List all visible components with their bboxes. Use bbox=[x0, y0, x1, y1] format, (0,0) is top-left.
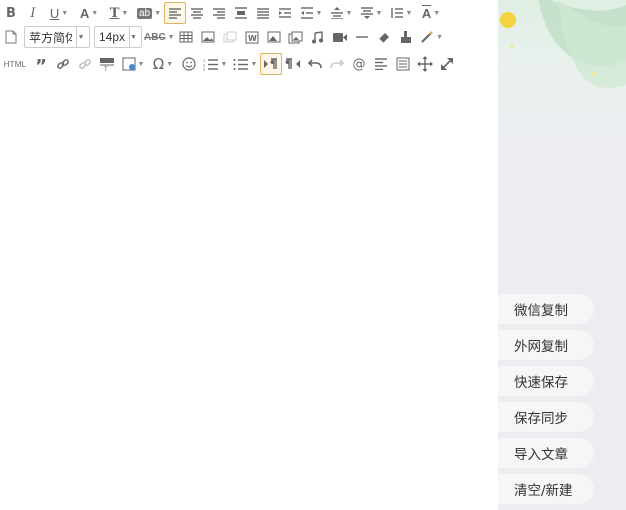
toolbar-row-1: B I U ▼ A ▼ T ▼ ab ▼ ▼ ▼ ▼ ▼ A ▼ bbox=[0, 0, 446, 26]
align-justify-center-icon[interactable] bbox=[230, 2, 252, 24]
import-article-label: 导入文章 bbox=[514, 447, 568, 463]
spellcheck-icon[interactable]: ABC ▼ bbox=[144, 26, 175, 48]
table-icon[interactable] bbox=[175, 26, 197, 48]
preview-icon[interactable] bbox=[392, 53, 414, 75]
rich-text-editor: B I U ▼ A ▼ T ▼ ab ▼ ▼ ▼ ▼ ▼ A ▼ 苹方简体 ▼ … bbox=[0, 0, 498, 510]
fullscreen-icon[interactable] bbox=[436, 53, 458, 75]
toolbar-row-3: HTML ” T ▼ Ω ▼ 1 2 3 ▼ ▼ @ bbox=[0, 51, 458, 77]
wechat-copy-button[interactable]: 微信复制 bbox=[498, 294, 594, 324]
svg-text:T: T bbox=[103, 66, 108, 71]
background-image-icon[interactable]: ▼ bbox=[118, 53, 148, 75]
line-height-icon[interactable]: ▼ bbox=[386, 2, 416, 24]
clear-new-button[interactable]: 清空/新建 bbox=[498, 474, 594, 504]
wechat-copy-label: 微信复制 bbox=[514, 303, 568, 319]
format-brush-icon[interactable] bbox=[395, 26, 417, 48]
unlink-icon bbox=[74, 53, 96, 75]
html-label: HTML bbox=[3, 59, 27, 69]
font-color-icon[interactable]: A ▼ bbox=[74, 2, 104, 24]
ltr-direction-icon[interactable] bbox=[260, 53, 282, 75]
special-chars-icon[interactable]: Ω ▼ bbox=[148, 53, 178, 75]
link-icon[interactable] bbox=[52, 53, 74, 75]
magic-wand-icon[interactable]: ▼ bbox=[417, 26, 447, 48]
save-sync-label: 保存同步 bbox=[514, 411, 568, 427]
underline-icon[interactable]: U ▼ bbox=[44, 2, 74, 24]
align-justify-icon[interactable] bbox=[252, 2, 274, 24]
paragraph-spacing-bottom-icon[interactable]: ▼ bbox=[356, 2, 386, 24]
external-copy-button[interactable]: 外网复制 bbox=[498, 330, 594, 360]
new-document-icon[interactable] bbox=[0, 26, 22, 48]
ordered-list-icon[interactable]: 1 2 3 ▼ bbox=[200, 53, 230, 75]
bold-icon[interactable]: B bbox=[0, 2, 22, 24]
at-mention-icon[interactable]: @ bbox=[348, 53, 370, 75]
background-color-icon[interactable]: ab ▼ bbox=[134, 2, 164, 24]
toolbar-row-2: 苹方简体 ▼ 14px ▼ ABC ▼ W ▼ bbox=[0, 24, 447, 50]
move-icon[interactable] bbox=[414, 53, 436, 75]
blockquote-icon[interactable]: ” bbox=[30, 53, 52, 76]
image-icon[interactable] bbox=[197, 26, 219, 48]
eraser-icon[interactable] bbox=[373, 26, 395, 48]
font-size-value: 14px bbox=[99, 30, 126, 44]
paragraph-format-icon[interactable] bbox=[370, 53, 392, 75]
horizontal-rule-icon[interactable] bbox=[351, 26, 373, 48]
picture-icon[interactable] bbox=[263, 26, 285, 48]
html-source-button[interactable]: HTML bbox=[0, 53, 30, 75]
undo-icon[interactable] bbox=[304, 53, 326, 75]
text-style-icon[interactable]: T ▼ bbox=[104, 2, 134, 24]
editor-content-area[interactable] bbox=[0, 80, 498, 510]
word-import-icon[interactable]: W bbox=[241, 26, 263, 48]
multi-image-icon[interactable] bbox=[285, 26, 307, 48]
svg-text:W: W bbox=[248, 34, 257, 43]
quick-save-button[interactable]: 快速保存 bbox=[498, 366, 594, 396]
import-article-button[interactable]: 导入文章 bbox=[498, 438, 594, 468]
spellcheck-label: ABC bbox=[144, 31, 166, 43]
gallery-icon bbox=[219, 26, 241, 48]
indent-icon[interactable] bbox=[274, 2, 296, 24]
music-icon[interactable] bbox=[307, 26, 329, 48]
font-family-value: 苹方简体 bbox=[29, 30, 72, 45]
align-center-icon[interactable] bbox=[186, 2, 208, 24]
clear-new-label: 清空/新建 bbox=[514, 483, 573, 499]
quick-save-label: 快速保存 bbox=[514, 375, 568, 391]
font-size-text-icon[interactable]: A ▼ bbox=[416, 2, 446, 24]
decorative-leaf-icon bbox=[500, 0, 626, 88]
chevron-down-icon: ▼ bbox=[76, 27, 85, 47]
save-sync-button[interactable]: 保存同步 bbox=[498, 402, 594, 432]
align-right-icon[interactable] bbox=[208, 2, 230, 24]
rtl-direction-icon[interactable] bbox=[282, 53, 304, 75]
emoji-icon[interactable] bbox=[178, 53, 200, 75]
external-copy-label: 外网复制 bbox=[514, 339, 568, 355]
paragraph-spacing-top-icon[interactable]: ▼ bbox=[326, 2, 356, 24]
svg-text:3: 3 bbox=[203, 67, 206, 71]
font-family-select[interactable]: 苹方简体 ▼ bbox=[24, 26, 90, 48]
redo-icon bbox=[326, 53, 348, 75]
font-size-select[interactable]: 14px ▼ bbox=[94, 26, 142, 48]
side-panel: 微信复制 外网复制 快速保存 保存同步 导入文章 清空/新建 bbox=[498, 0, 626, 510]
page-break-icon[interactable]: T bbox=[96, 53, 118, 75]
chevron-down-icon: ▼ bbox=[129, 27, 137, 47]
italic-icon[interactable]: I bbox=[22, 2, 44, 24]
unordered-list-icon[interactable]: ▼ bbox=[230, 53, 260, 75]
video-icon[interactable] bbox=[329, 26, 351, 48]
indent-spacing-icon[interactable]: ▼ bbox=[296, 2, 326, 24]
align-left-icon[interactable] bbox=[164, 2, 186, 24]
